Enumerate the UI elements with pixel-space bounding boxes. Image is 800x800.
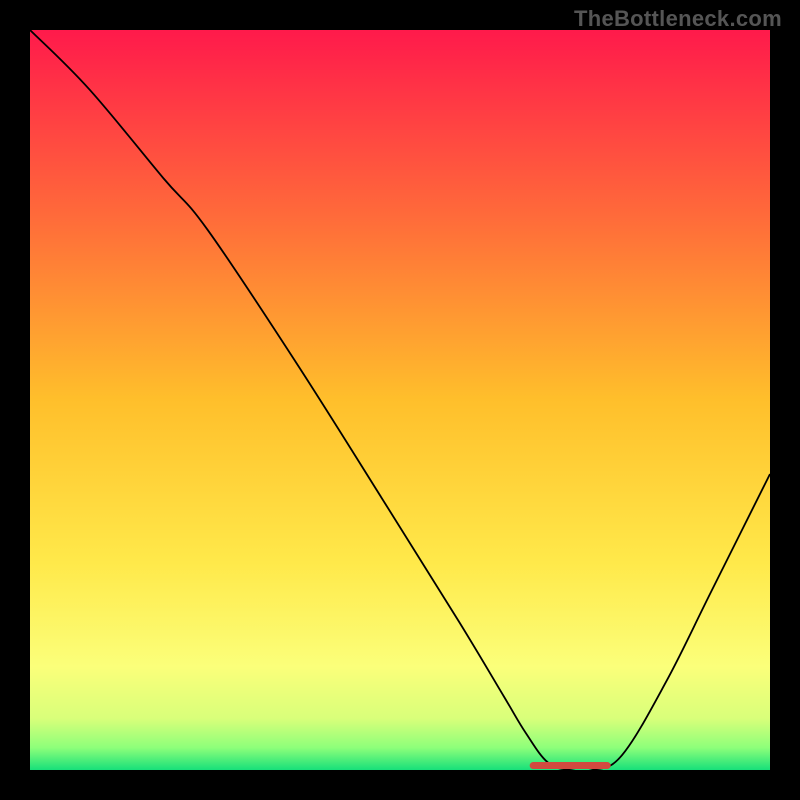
- plot-area: [30, 30, 770, 770]
- chart-svg: [30, 30, 770, 770]
- watermark-text: TheBottleneck.com: [574, 6, 782, 32]
- chart-frame: TheBottleneck.com: [0, 0, 800, 800]
- gradient-background: [30, 30, 770, 770]
